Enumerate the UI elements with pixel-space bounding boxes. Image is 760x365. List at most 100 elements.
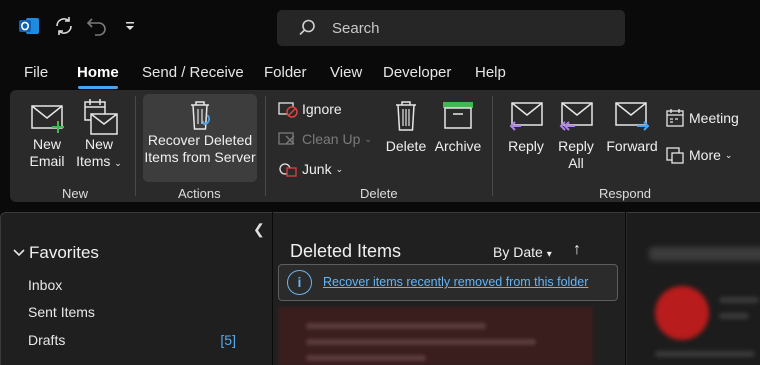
active-tab-indicator bbox=[78, 86, 118, 89]
tab-view[interactable]: View bbox=[330, 64, 362, 81]
new-email-icon bbox=[31, 105, 64, 133]
reading-pane bbox=[626, 212, 760, 365]
clean-up-label: Clean Up bbox=[302, 131, 361, 147]
group-delete-label: Delete bbox=[360, 186, 398, 201]
new-items-label-1: New bbox=[84, 136, 113, 152]
menu-bar: File Home Send / Receive Folder View Dev… bbox=[0, 56, 760, 90]
folder-label: Drafts bbox=[28, 332, 66, 348]
recover-items-link[interactable]: Recover items recently removed from this… bbox=[323, 275, 588, 289]
tab-folder[interactable]: Folder bbox=[264, 64, 307, 81]
favorites-header[interactable]: Favorites bbox=[13, 243, 99, 263]
recover-label-1: Recover Deleted bbox=[147, 132, 253, 148]
ignore-icon bbox=[278, 102, 298, 118]
search-box[interactable]: Search bbox=[277, 10, 625, 46]
junk-icon bbox=[279, 163, 297, 177]
reply-all-button[interactable]: Reply All bbox=[556, 100, 596, 172]
tab-help[interactable]: Help bbox=[475, 64, 506, 81]
customize-toolbar-icon[interactable] bbox=[118, 14, 142, 38]
meeting-button[interactable]: Meeting bbox=[665, 108, 739, 128]
archive-icon bbox=[443, 102, 473, 129]
blurred-message-preview[interactable] bbox=[278, 307, 593, 365]
tab-send-receive[interactable]: Send / Receive bbox=[142, 64, 244, 81]
new-email-label-2: Email bbox=[29, 153, 65, 169]
group-new-label: New bbox=[62, 186, 89, 201]
search-icon bbox=[297, 18, 317, 43]
folder-label: Sent Items bbox=[28, 304, 95, 320]
chevron-down-icon bbox=[13, 249, 25, 257]
tab-home[interactable]: Home bbox=[77, 64, 119, 81]
chevron-down-icon: ⌄ bbox=[114, 158, 122, 168]
group-respond-label: Respond bbox=[599, 186, 652, 201]
ignore-button[interactable]: Ignore bbox=[278, 100, 342, 118]
chevron-down-icon: ⌄ bbox=[364, 133, 372, 144]
new-items-label-2: Items ⌄ bbox=[76, 153, 122, 169]
reply-all-label-2: All bbox=[568, 155, 584, 171]
more-respond-button[interactable]: More ⌄ bbox=[665, 145, 732, 165]
meeting-label: Meeting bbox=[689, 110, 739, 126]
delete-label: Delete bbox=[385, 138, 427, 154]
forward-label: Forward bbox=[606, 138, 658, 154]
folder-item-inbox[interactable]: Inbox bbox=[28, 277, 62, 293]
tab-developer[interactable]: Developer bbox=[383, 64, 451, 81]
ribbon-separator bbox=[492, 96, 493, 196]
chevron-down-icon: ⌄ bbox=[724, 149, 733, 160]
favorites-label: Favorites bbox=[29, 243, 99, 262]
group-actions-label: Actions bbox=[178, 186, 221, 201]
calendar-icon bbox=[666, 109, 684, 127]
folder-pane: ❮ Favorites Inbox Sent Items Drafts [5] bbox=[0, 212, 272, 365]
avatar bbox=[655, 286, 709, 340]
outlook-logo-icon bbox=[17, 14, 41, 38]
new-items-button[interactable]: New Items ⌄ bbox=[74, 96, 124, 172]
junk-label: Junk bbox=[302, 161, 332, 177]
forward-icon bbox=[615, 102, 650, 131]
blurred-recipient bbox=[719, 313, 749, 319]
folder-label: Inbox bbox=[28, 277, 63, 293]
recover-info-bar: i Recover items recently removed from th… bbox=[278, 264, 618, 301]
delete-button[interactable]: Delete bbox=[383, 98, 429, 155]
sort-label: By Date bbox=[493, 244, 543, 260]
sort-direction-icon[interactable]: ↑ bbox=[573, 241, 581, 259]
blurred-sender bbox=[719, 297, 759, 303]
ribbon: New Email New Items ⌄ New Recover Delete… bbox=[10, 90, 760, 202]
more-icon bbox=[666, 147, 684, 164]
folder-title: Deleted Items bbox=[290, 241, 402, 261]
reply-all-label-1: Reply bbox=[558, 138, 594, 154]
recover-label-2: Items from Server bbox=[144, 149, 256, 165]
chevron-down-icon: ⌄ bbox=[335, 163, 344, 174]
ribbon-separator bbox=[135, 96, 136, 196]
reply-button[interactable]: Reply bbox=[504, 100, 548, 155]
undo-icon[interactable] bbox=[85, 14, 109, 38]
junk-button[interactable]: Junk ⌄ bbox=[278, 160, 343, 178]
archive-label: Archive bbox=[434, 138, 482, 154]
reply-all-icon bbox=[559, 102, 593, 131]
more-label: More bbox=[689, 147, 721, 163]
drafts-count-badge: [5] bbox=[220, 332, 236, 348]
blurred-text bbox=[655, 351, 755, 357]
recover-deleted-items-button[interactable]: Recover Deleted Items from Server bbox=[143, 98, 257, 166]
recover-trash-icon bbox=[191, 101, 211, 130]
sync-icon[interactable] bbox=[52, 14, 76, 38]
tab-file[interactable]: File bbox=[24, 64, 48, 81]
ignore-label: Ignore bbox=[302, 101, 342, 117]
reply-label: Reply bbox=[508, 138, 544, 154]
sort-by-dropdown[interactable]: By Date ▾ bbox=[493, 244, 552, 260]
folder-item-drafts[interactable]: Drafts bbox=[28, 332, 65, 348]
ribbon-separator bbox=[265, 96, 266, 196]
folder-item-sent[interactable]: Sent Items bbox=[28, 304, 95, 320]
collapse-pane-icon[interactable]: ❮ bbox=[253, 221, 265, 238]
new-email-button[interactable]: New Email bbox=[24, 102, 70, 170]
archive-button[interactable]: Archive bbox=[432, 98, 484, 155]
clean-up-button[interactable]: Clean Up ⌄ bbox=[278, 130, 372, 148]
message-list: Deleted Items By Date ▾ ↑ i Recover item… bbox=[273, 212, 625, 365]
new-items-icon bbox=[84, 99, 118, 135]
new-email-label-1: New bbox=[32, 136, 61, 152]
forward-button[interactable]: Forward bbox=[604, 100, 660, 155]
chevron-down-icon: ▾ bbox=[546, 249, 552, 260]
blurred-subject bbox=[649, 247, 760, 261]
clean-up-icon bbox=[278, 132, 295, 145]
search-placeholder: Search bbox=[332, 20, 380, 37]
reply-icon bbox=[509, 102, 543, 131]
info-icon: i bbox=[287, 270, 312, 295]
title-bar: Search bbox=[0, 0, 760, 56]
trash-icon bbox=[396, 101, 416, 131]
